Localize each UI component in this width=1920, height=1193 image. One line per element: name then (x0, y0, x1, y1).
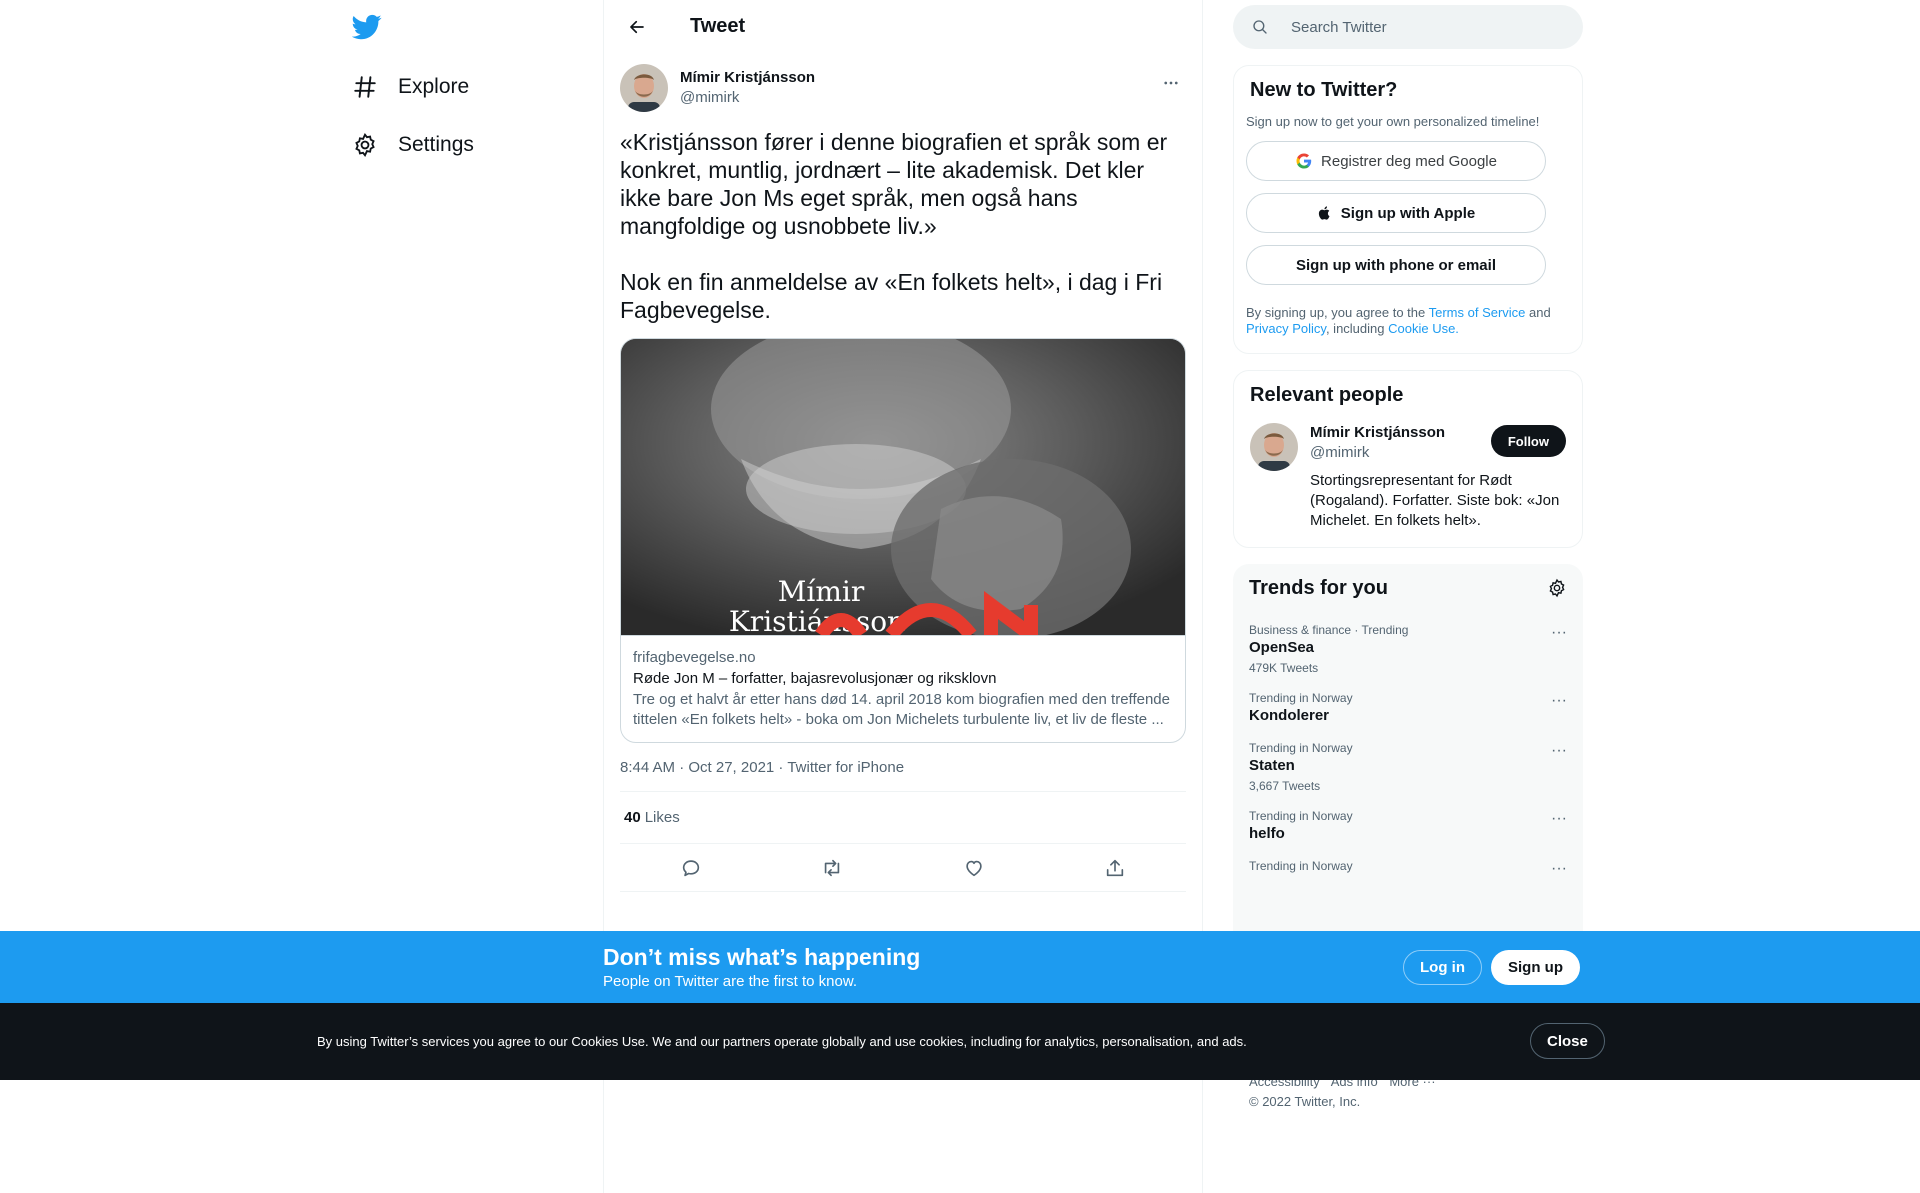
terms-including: , including (1325, 321, 1389, 336)
avatar[interactable] (620, 64, 668, 112)
trend-name: helfo (1249, 825, 1285, 842)
nav-item-settings[interactable]: Settings (352, 123, 474, 167)
relevant-people-title: Relevant people (1250, 384, 1404, 406)
copyright: © 2022 Twitter, Inc. (1249, 1094, 1361, 1109)
back-button[interactable] (620, 10, 654, 44)
cookie-banner: By using Twitter’s services you agree to… (0, 1003, 1920, 1080)
avatar[interactable] (1250, 423, 1298, 471)
cookie-text: By using Twitter’s services you agree to… (317, 1034, 1247, 1049)
trends-panel: Trends for you Business & finance · Tren… (1233, 564, 1583, 964)
privacy-policy-link[interactable]: Privacy Policy (1246, 321, 1326, 336)
follow-button[interactable]: Follow (1490, 425, 1566, 457)
tweet-actions (620, 844, 1186, 892)
author-name[interactable]: Mímir Kristjánsson (680, 68, 815, 88)
relevant-person[interactable]: Mímir Kristjánsson @mimirk Stortingsrepr… (1234, 407, 1582, 547)
tweet: Mímir Kristjánsson @mimirk «Kristjánsson… (604, 64, 1202, 892)
terms-of-service-link[interactable]: Terms of Service (1429, 305, 1526, 320)
google-signup-button[interactable]: Registrer deg med Google (1246, 141, 1546, 181)
card-description: Tre og et halvt år etter hans død 14. ap… (633, 691, 1170, 728)
tweet-timestamp[interactable]: 8:44 AM · Oct 27, 2021 · Twitter for iPh… (620, 759, 1186, 791)
more-options-button[interactable] (1156, 68, 1186, 98)
trend-count: 479K Tweets (1249, 661, 1319, 675)
search-box[interactable] (1233, 5, 1583, 49)
tweet-text: «Kristjánsson fører i denne biografien e… (620, 129, 1168, 323)
trends-header: Trends for you (1233, 564, 1583, 612)
hashtag-icon (354, 76, 376, 98)
relevant-person-bio: Stortingsrepresentant for Rødt (Rogaland… (1310, 472, 1560, 529)
card-body: frifagbevegelse.no Røde Jon M – forfatte… (621, 635, 1185, 742)
cookie-use-link[interactable]: Cookie Use. (1388, 321, 1459, 336)
terms-and: and (1525, 305, 1551, 320)
trend-meta: Trending in Norway (1249, 741, 1353, 755)
google-icon (1296, 153, 1312, 169)
relevant-people-panel: Relevant people Mímir Kristjánsson @mimi… (1233, 370, 1583, 548)
tweet-header: Tweet (604, 0, 1202, 53)
page-title: Tweet (690, 15, 746, 37)
trend-meta: Trending in Norway (1249, 859, 1353, 873)
trend-meta: Business & finance · Trending (1249, 623, 1409, 637)
phone-signup-label: Sign up with phone or email (1295, 256, 1496, 274)
likes-stat[interactable]: 40 Likes (620, 791, 1186, 844)
trend-name: OpenSea (1249, 639, 1315, 656)
card-image-caption-1: Mímir (778, 575, 865, 608)
tweet-author: Mímir Kristjánsson @mimirk (620, 64, 1186, 112)
signup-button[interactable]: Sign up (1491, 950, 1580, 985)
gear-icon[interactable] (1547, 578, 1567, 598)
gear-icon (355, 132, 375, 158)
nav-label-settings: Settings (398, 133, 474, 156)
close-cookie-button[interactable]: Close (1530, 1023, 1605, 1059)
trend-meta: Trending in Norway (1249, 809, 1353, 823)
likes-label: Likes (644, 809, 680, 826)
trend-item[interactable]: Trending in Norway Kondolerer ··· (1233, 680, 1583, 730)
card-title: Røde Jon M – forfatter, bajasrevolusjonæ… (633, 670, 997, 687)
signup-panel-title: New to Twitter? (1250, 79, 1398, 101)
search-input[interactable] (1291, 18, 1551, 36)
login-prompt-bar: Don’t miss what’s happening People on Tw… (0, 931, 1920, 1003)
trends-title: Trends for you (1249, 577, 1388, 599)
right-sidebar: New to Twitter? Sign up now to get your … (1233, 0, 1583, 964)
trend-item[interactable]: Trending in Norway helfo ··· (1233, 798, 1583, 848)
login-prompt-title: Don’t miss what’s happening (603, 944, 921, 970)
trend-item[interactable]: Trending in Norway Staten 3,667 Tweets ·… (1233, 730, 1583, 798)
signup-terms: By signing up, you agree to the Terms of… (1234, 285, 1582, 337)
more-horizontal-icon[interactable]: ··· (1551, 860, 1567, 878)
phone-signup-button[interactable]: Sign up with phone or email (1246, 245, 1546, 285)
apple-signup-button[interactable]: Sign up with Apple (1246, 193, 1546, 233)
retweet-icon[interactable] (821, 857, 843, 879)
terms-prefix: By signing up, you agree to the (1246, 305, 1429, 320)
signup-panel: New to Twitter? Sign up now to get your … (1233, 65, 1583, 354)
more-horizontal-icon[interactable]: ··· (1551, 810, 1567, 828)
more-horizontal-icon (1164, 81, 1178, 85)
more-horizontal-icon[interactable]: ··· (1551, 624, 1567, 642)
trend-name: Kondolerer (1249, 707, 1330, 724)
apple-icon (1318, 206, 1330, 220)
card-domain: frifagbevegelse.no (633, 649, 756, 666)
heart-icon[interactable] (963, 857, 985, 879)
more-horizontal-icon[interactable]: ··· (1551, 692, 1567, 710)
trend-count: 3,667 Tweets (1249, 779, 1321, 793)
reply-icon[interactable] (680, 857, 702, 879)
card-image: Mímir Kristiánsson (621, 339, 1185, 635)
more-horizontal-icon[interactable]: ··· (1551, 742, 1567, 760)
trend-name: Staten (1249, 757, 1295, 774)
trend-meta: Trending in Norway (1249, 691, 1353, 705)
signup-panel-subtitle: Sign up now to get your own personalized… (1246, 114, 1540, 129)
search-icon (1253, 20, 1267, 34)
google-signup-label: Registrer deg med Google (1321, 152, 1497, 170)
login-button[interactable]: Log in (1403, 950, 1482, 985)
nav-item-explore[interactable]: Explore (352, 65, 469, 109)
likes-count: 40 (624, 809, 641, 826)
nav-label-explore: Explore (398, 75, 470, 98)
login-prompt-subtitle: People on Twitter are the first to know. (603, 973, 858, 990)
author-handle[interactable]: @mimirk (680, 88, 815, 108)
trend-item[interactable]: Business & finance · Trending OpenSea 47… (1233, 612, 1583, 680)
arrow-left-icon (630, 20, 644, 33)
trend-item[interactable]: Trending in Norway ··· (1233, 848, 1583, 878)
link-card[interactable]: Mímir Kristiánsson frifagbevegelse.no Rø… (620, 338, 1186, 743)
twitter-logo-icon[interactable] (352, 12, 382, 42)
apple-signup-label: Sign up with Apple (1340, 204, 1476, 222)
share-icon[interactable] (1104, 857, 1126, 879)
